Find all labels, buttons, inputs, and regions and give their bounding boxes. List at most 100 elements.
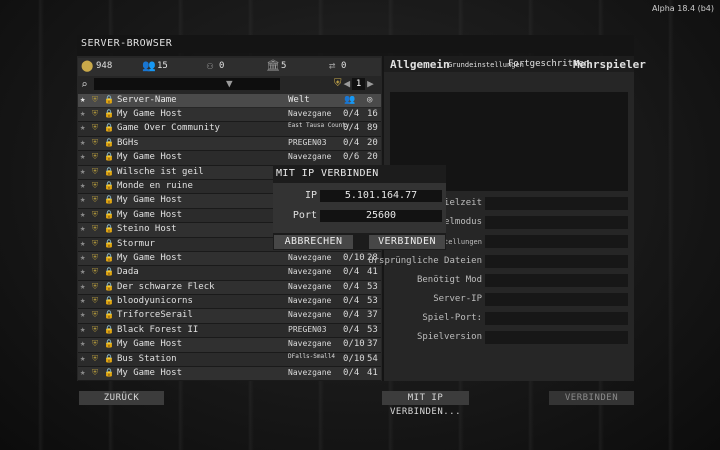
back-button[interactable]: ZURÜCK xyxy=(79,391,164,405)
players-column-icon[interactable]: 👥 xyxy=(344,95,355,105)
favorite-star-icon[interactable]: ★ xyxy=(80,253,85,263)
server-row[interactable]: ★ ⛨ 🔒 My Game Host Navezgane 0/6 20 xyxy=(78,151,381,166)
building-icon: 🏛 xyxy=(266,59,280,72)
column-world[interactable]: Welt xyxy=(288,95,310,105)
server-row[interactable]: ★ ⛨ 🔒 Dada Navezgane 0/4 41 xyxy=(78,266,381,281)
server-ping: 37 xyxy=(367,339,378,350)
server-world: Navezgane xyxy=(288,152,332,162)
favorite-star-icon[interactable]: ★ xyxy=(80,210,85,220)
dialog-connect-button[interactable]: VERBINDEN xyxy=(369,235,445,249)
lock-column-icon[interactable]: 🔒 xyxy=(104,95,114,104)
shield-icon: ⛨ xyxy=(92,281,98,291)
server-row[interactable]: ★ ⛨ 🔒 Der schwarze Fleck Navezgane 0/4 53 xyxy=(78,280,381,296)
server-world: Navezgane xyxy=(288,252,332,262)
server-players: 0/4 xyxy=(343,137,360,148)
connect-with-ip-button[interactable]: MIT IP VERBINDEN... xyxy=(382,391,469,417)
column-server-name[interactable]: Server-Name xyxy=(117,95,177,105)
favorite-star-icon[interactable]: ★ xyxy=(80,310,85,320)
group-icon: ⚇ xyxy=(206,59,214,72)
favorite-star-icon[interactable]: ★ xyxy=(80,354,85,364)
info-value xyxy=(485,274,628,287)
favorite-star-icon[interactable]: ★ xyxy=(80,152,85,162)
info-tabs: Allgemein Grundeinstellungen Fortgeschri… xyxy=(384,56,646,72)
server-name: My Game Host xyxy=(117,209,183,220)
page-icon: ⛨ xyxy=(334,78,342,89)
lock-icon: 🔒 xyxy=(104,310,114,320)
favorite-star-icon[interactable]: ★ xyxy=(80,123,85,133)
server-players: 0/10 xyxy=(343,339,365,350)
server-name: BGHs xyxy=(117,137,139,148)
server-ping: 20 xyxy=(367,137,378,148)
next-page-icon[interactable]: ▶ xyxy=(367,77,374,90)
prev-page-icon[interactable]: ◀ xyxy=(344,77,351,90)
favorite-star-icon[interactable]: ★ xyxy=(80,282,85,292)
ip-input[interactable]: 5.101.164.77 xyxy=(320,190,442,202)
ping-column-icon[interactable]: ◎ xyxy=(367,95,372,105)
server-name: Der schwarze Fleck xyxy=(117,281,215,292)
server-name: Steino Host xyxy=(117,224,177,235)
server-row[interactable]: ★ ⛨ 🔒 Black Forest II PREGEN03 0/4 53 xyxy=(78,323,381,339)
info-label: Spielversion xyxy=(416,332,482,342)
server-row[interactable]: ★ ⛨ 🔒 My Game Host Navezgane 0/10 37 xyxy=(78,338,381,353)
page-number: 1 xyxy=(352,77,366,90)
server-ping: 54 xyxy=(367,353,378,364)
favorite-star-icon[interactable]: ★ xyxy=(80,138,85,148)
lock-icon: 🔒 xyxy=(104,267,114,277)
server-row[interactable]: ★ ⛨ 🔒 My Game Host Navezgane 0/10 28 xyxy=(78,251,381,267)
tab-general[interactable]: Allgemein xyxy=(390,58,450,71)
favorite-star-icon[interactable]: ★ xyxy=(80,181,85,191)
lock-icon: 🔒 xyxy=(104,137,114,147)
favorite-star-icon[interactable]: ★ xyxy=(80,167,85,177)
server-name: Wilsche ist geil xyxy=(117,166,204,177)
info-row-server-ip: Server-IP xyxy=(384,292,629,307)
favorite-star-icon[interactable]: ★ xyxy=(80,296,85,306)
server-row[interactable]: ★ ⛨ 🔒 TriforceSerail Navezgane 0/4 37 xyxy=(78,309,381,324)
lock-icon: 🔒 xyxy=(104,166,114,176)
lock-icon: 🔒 xyxy=(104,152,114,162)
info-label: stellungen xyxy=(439,238,482,246)
shield-icon: ⛨ xyxy=(92,324,98,334)
shield-icon: ⛨ xyxy=(92,238,98,248)
server-row[interactable]: ★ ⛨ 🔒 My Game Host Navezgane 0/4 16 xyxy=(78,108,381,123)
tab-multiplayer[interactable]: Mehrspieler xyxy=(573,58,646,71)
server-row[interactable]: ★ ⛨ 🔒 bloodyunicorns Navezgane 0/4 53 xyxy=(78,295,381,310)
info-label: Ursprüngliche Dateien xyxy=(368,256,482,266)
server-name: Dada xyxy=(117,267,139,278)
shield-icon: ⛨ xyxy=(92,109,98,118)
server-world: Navezgane xyxy=(288,339,332,349)
server-ping: 53 xyxy=(367,324,378,335)
info-value xyxy=(485,293,628,306)
favorite-star-icon[interactable]: ★ xyxy=(80,325,85,335)
lock-icon: 🔒 xyxy=(104,209,114,219)
ip-label: IP xyxy=(304,190,317,201)
shield-column-icon[interactable]: ⛨ xyxy=(92,95,98,105)
server-world: Navezgane xyxy=(288,267,332,277)
filter-row: ⌕ ▼ ⛨ ◀ 1 ▶ xyxy=(78,77,381,93)
server-row[interactable]: ★ ⛨ 🔒 Bus Station DFalls-Small4 0/10 54 xyxy=(78,352,381,368)
shield-icon: ⛨ xyxy=(92,224,98,234)
shield-icon: ⛨ xyxy=(92,339,98,349)
search-input[interactable] xyxy=(94,78,280,90)
server-players: 0/10 xyxy=(343,252,365,263)
port-input[interactable]: 25600 xyxy=(320,210,442,222)
favorite-star-icon[interactable]: ★ xyxy=(80,368,85,378)
cancel-button[interactable]: ABBRECHEN xyxy=(274,235,353,249)
filter-icon[interactable]: ▼ xyxy=(226,77,233,90)
favorite-star-icon[interactable]: ★ xyxy=(80,224,85,234)
server-ping: 53 xyxy=(367,296,378,307)
shield-icon: ⛨ xyxy=(92,123,98,133)
favorite-star-icon[interactable]: ★ xyxy=(80,109,85,119)
server-row[interactable]: ★ ⛨ 🔒 My Game Host Navezgane 0/4 41 xyxy=(78,367,381,382)
favorite-column-icon[interactable]: ★ xyxy=(80,95,85,105)
shield-icon: ⛨ xyxy=(92,209,98,219)
favorite-star-icon[interactable]: ★ xyxy=(80,195,85,205)
shield-icon: ⛨ xyxy=(92,180,98,190)
server-world: Navezgane xyxy=(288,296,332,306)
favorite-star-icon[interactable]: ★ xyxy=(80,267,85,277)
server-row[interactable]: ★ ⛨ 🔒 BGHs PREGEN03 0/4 20 xyxy=(78,136,381,152)
connect-button[interactable]: VERBINDEN xyxy=(549,391,634,405)
server-row[interactable]: ★ ⛨ 🔒 Game Over Community East Tausa County 0… xyxy=(78,122,381,137)
favorite-star-icon[interactable]: ★ xyxy=(80,339,85,349)
favorite-star-icon[interactable]: ★ xyxy=(80,239,85,249)
pager: ⛨ ◀ 1 ▶ xyxy=(334,77,374,90)
